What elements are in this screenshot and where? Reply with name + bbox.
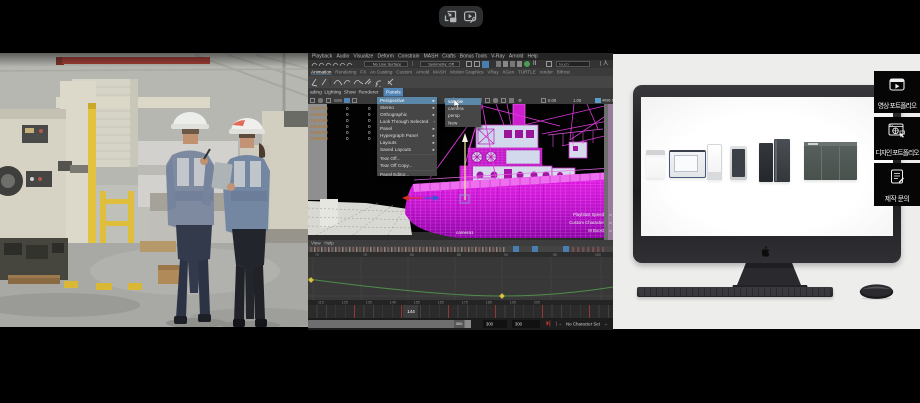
svg-text:0: 0	[368, 124, 371, 129]
svg-text:75: 75	[363, 253, 367, 257]
svg-text:w: w	[609, 228, 612, 233]
svg-text:0: 0	[368, 112, 371, 117]
svg-text:Playblast Speed: Playblast Speed	[573, 212, 605, 217]
svg-text:1964599: 1964599	[310, 118, 328, 123]
svg-text:w: w	[609, 212, 612, 217]
svg-text:80: 80	[410, 253, 414, 257]
svg-text:0: 0	[346, 112, 349, 117]
svg-text:M Boost: M Boost	[588, 228, 605, 233]
svg-text:0: 0	[368, 106, 371, 111]
svg-text:95: 95	[553, 253, 557, 257]
svg-text:0756003: 0756003	[310, 112, 328, 117]
svg-text:0: 0	[346, 106, 349, 111]
svg-text:0: 0	[368, 136, 371, 141]
svg-text:3000000: 3000000	[310, 130, 328, 135]
svg-text:0: 0	[346, 118, 349, 123]
svg-text:0: 0	[368, 130, 371, 135]
svg-text:70: 70	[315, 253, 319, 257]
svg-text:2956093: 2956093	[310, 136, 328, 141]
svg-text:0: 0	[346, 130, 349, 135]
svg-text:90: 90	[504, 253, 508, 257]
svg-text:Custom Character: Custom Character	[569, 220, 604, 225]
svg-text:2693099: 2693099	[310, 124, 328, 129]
svg-text:0: 0	[346, 136, 349, 141]
svg-text:camera1: camera1	[456, 230, 474, 235]
svg-text:0: 0	[346, 124, 349, 129]
svg-text:100: 100	[595, 253, 601, 257]
svg-text:1987730: 1987730	[310, 106, 328, 111]
svg-text:85: 85	[457, 253, 461, 257]
svg-text:0: 0	[368, 118, 371, 123]
svg-text:w: w	[609, 220, 612, 225]
